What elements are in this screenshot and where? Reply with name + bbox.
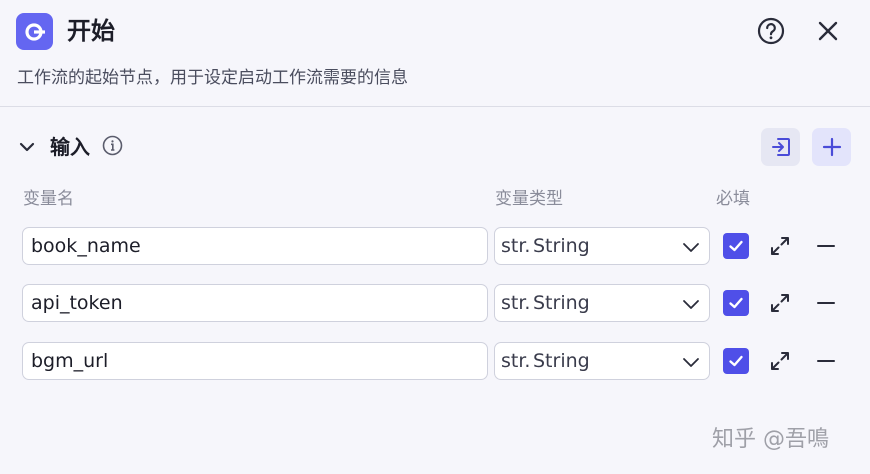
type-prefix: str. <box>501 235 531 257</box>
minus-icon <box>817 302 835 304</box>
column-header-required: 必填 <box>716 189 750 209</box>
remove-variable-button[interactable] <box>815 292 837 314</box>
type-prefix: str. <box>501 292 531 314</box>
help-icon[interactable] <box>757 17 785 45</box>
add-variable-button[interactable] <box>812 128 851 166</box>
variable-name-input[interactable] <box>22 227 488 265</box>
remove-variable-button[interactable] <box>815 350 837 372</box>
column-header-type: 变量类型 <box>495 189 563 209</box>
variable-name-input[interactable] <box>22 284 488 322</box>
column-header-name: 变量名 <box>23 189 74 209</box>
plus-icon <box>822 137 841 157</box>
variable-row: str. String <box>0 227 870 267</box>
expand-icon[interactable] <box>769 350 791 372</box>
minus-icon <box>817 360 835 362</box>
chevron-down-icon <box>683 358 699 367</box>
type-label: String <box>533 235 590 257</box>
variable-row: str. String <box>0 342 870 382</box>
required-checkbox[interactable] <box>723 233 749 259</box>
chevron-down-icon[interactable] <box>17 137 37 157</box>
close-icon[interactable] <box>816 19 840 43</box>
page-title: 开始 <box>67 17 115 45</box>
chevron-down-icon <box>683 243 699 252</box>
chevron-down-icon <box>683 300 699 309</box>
variable-type-select[interactable]: str. String <box>494 284 710 322</box>
panel-header: 开始 工作流的起始节点，用于设定启动工作流需要的信息 <box>0 0 870 107</box>
expand-icon[interactable] <box>769 235 791 257</box>
variable-row: str. String <box>0 284 870 324</box>
page-description: 工作流的起始节点，用于设定启动工作流需要的信息 <box>17 68 408 88</box>
minus-icon <box>817 245 835 247</box>
watermark: 知乎 @吾鳴 <box>712 427 829 452</box>
checkmark-icon <box>729 355 743 367</box>
section-title-input: 输入 <box>50 135 90 159</box>
start-node-panel: 开始 工作流的起始节点，用于设定启动工作流需要的信息 输入 变量名 变量类型 必… <box>0 0 870 474</box>
type-label: String <box>533 292 590 314</box>
type-label: String <box>533 350 590 372</box>
required-checkbox[interactable] <box>723 290 749 316</box>
required-checkbox[interactable] <box>723 348 749 374</box>
start-node-icon <box>16 13 53 50</box>
import-icon <box>771 138 790 156</box>
variable-type-select[interactable]: str. String <box>494 342 710 380</box>
type-prefix: str. <box>501 350 531 372</box>
variable-type-select[interactable]: str. String <box>494 227 710 265</box>
checkmark-icon <box>729 240 743 252</box>
checkmark-icon <box>729 297 743 309</box>
import-variables-button[interactable] <box>761 128 800 166</box>
info-icon[interactable] <box>102 135 123 156</box>
variable-name-input[interactable] <box>22 342 488 380</box>
remove-variable-button[interactable] <box>815 235 837 257</box>
expand-icon[interactable] <box>769 292 791 314</box>
